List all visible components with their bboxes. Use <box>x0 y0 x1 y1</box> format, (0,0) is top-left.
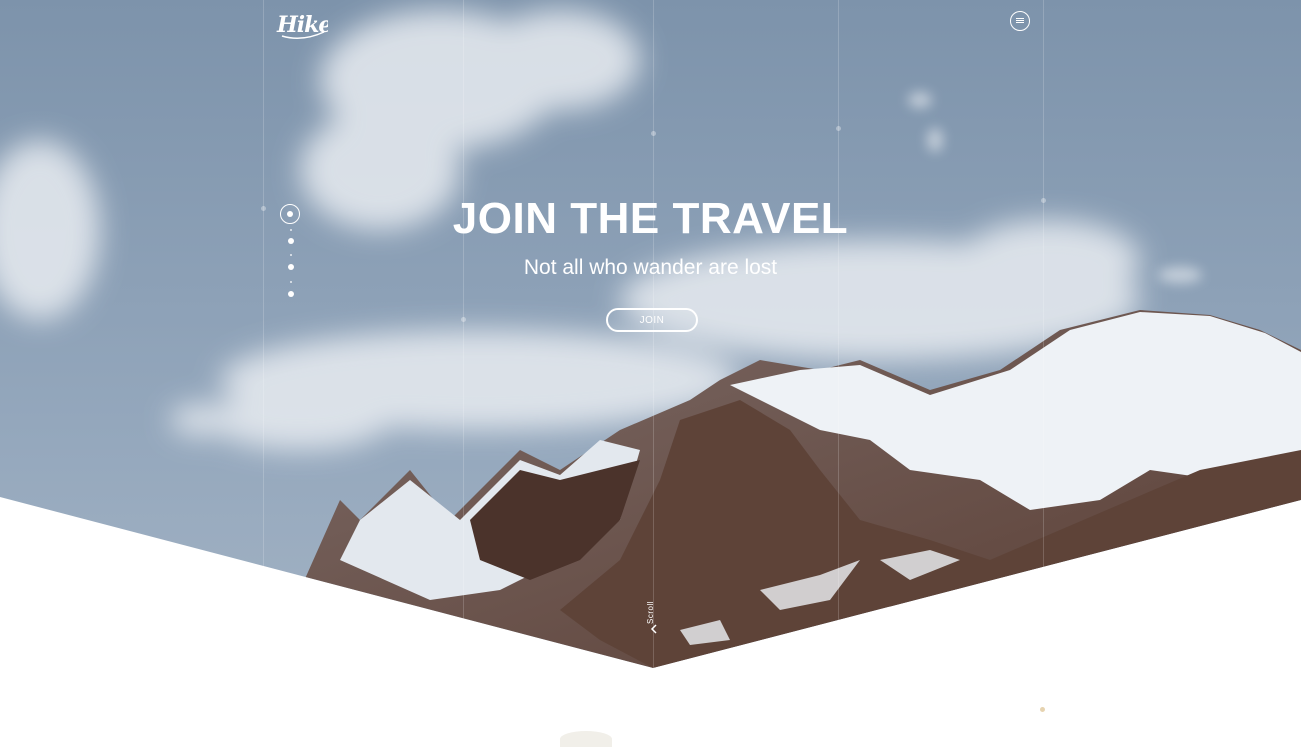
grid-dot <box>651 131 656 136</box>
hike-script-logo-icon: Hike <box>276 12 333 39</box>
hamburger-menu-icon <box>1016 18 1024 19</box>
next-section-preview <box>560 731 612 747</box>
grid-dot <box>461 317 466 322</box>
scroll-indicator[interactable]: Scroll <box>636 598 670 636</box>
grid-dot <box>836 126 841 131</box>
chevron-down-icon <box>650 624 657 634</box>
join-button[interactable]: JOIN <box>606 308 698 332</box>
hero-subtitle: Not all who wander are lost <box>523 256 778 279</box>
grid-line <box>1043 0 1044 739</box>
slide-navigation <box>280 204 302 304</box>
slide-nav-separator <box>290 281 292 283</box>
slide-nav-separator <box>290 229 292 231</box>
slide-nav-dot[interactable] <box>288 264 294 270</box>
hero-title: JOIN THE TRAVEL <box>452 194 849 243</box>
scroll-label: Scroll <box>646 600 656 625</box>
slide-nav-dot[interactable] <box>288 291 294 297</box>
grid-line <box>263 0 264 739</box>
hamburger-menu-icon-bar <box>1016 20 1024 21</box>
slide-nav-dot[interactable] <box>288 238 294 244</box>
grid-dot <box>261 206 266 211</box>
grid-line <box>463 0 464 739</box>
brand-logo[interactable]: Hike <box>276 8 333 42</box>
grid-dot <box>1041 198 1046 203</box>
hamburger-menu-icon-bar <box>1016 22 1024 23</box>
grid-line <box>838 0 839 739</box>
decorative-dot <box>1040 707 1045 712</box>
menu-button[interactable] <box>1010 11 1030 31</box>
slide-nav-separator <box>290 254 292 256</box>
slide-nav-dot-active[interactable] <box>280 204 300 224</box>
